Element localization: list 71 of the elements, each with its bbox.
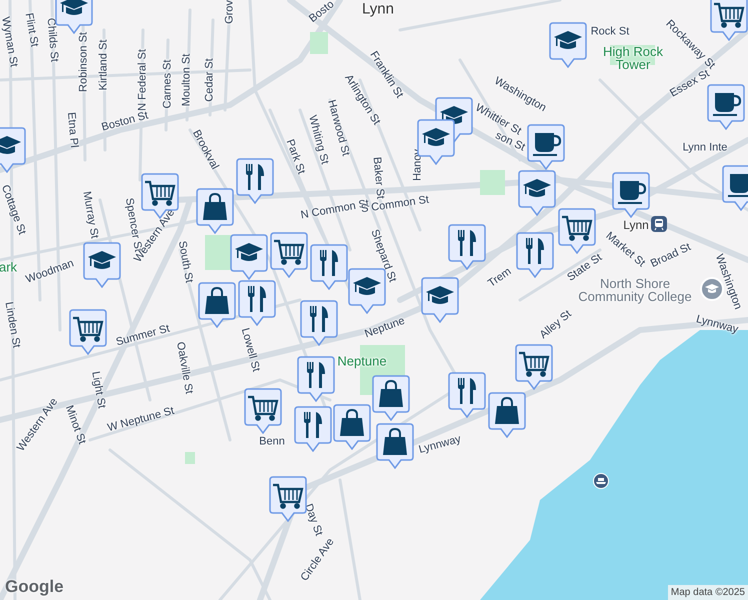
cart-marker-icon[interactable] [558, 208, 596, 254]
map-label: Kirtland St [98, 40, 110, 90]
map-label: Moulton St [182, 54, 192, 106]
map-label: Trem [486, 266, 514, 290]
bag-marker-icon[interactable] [488, 392, 526, 438]
bag-marker-icon[interactable] [333, 404, 371, 450]
map-label: Minot St [62, 404, 88, 446]
map-logo: Google [5, 577, 64, 597]
map-label: North Shore Community College [578, 277, 693, 303]
school-marker-icon[interactable] [518, 170, 556, 216]
map-label: Lynn [362, 2, 394, 16]
map-label: Day St [302, 502, 324, 538]
map-label: High Rock Tower [602, 45, 664, 71]
school-marker-icon[interactable] [421, 277, 459, 323]
cup-marker-icon[interactable] [527, 124, 565, 170]
bag-marker-icon[interactable] [196, 188, 234, 234]
map-label: Rock St [590, 26, 630, 38]
cart-marker-icon[interactable] [270, 232, 308, 278]
map-label: South St [176, 240, 194, 284]
cup-marker-icon[interactable] [612, 172, 650, 218]
map-label: Lowell St [238, 327, 262, 373]
cart-marker-icon[interactable] [244, 388, 282, 434]
map-label: Flint St [22, 12, 40, 48]
map-label: Light St [89, 370, 107, 410]
map-label: Benn [259, 436, 285, 448]
map-label: Childs St [44, 18, 60, 62]
map-label: W Neptune St [106, 406, 176, 434]
map-label: Cedar St [204, 58, 216, 102]
map-label: Oakville St [174, 341, 194, 395]
cart-marker-icon[interactable] [69, 309, 107, 355]
fork-knife-marker-icon[interactable] [516, 232, 554, 278]
fork-knife-marker-icon[interactable] [310, 244, 348, 290]
cart-marker-icon[interactable] [269, 476, 307, 522]
map-label: Baker St [370, 156, 386, 200]
map-label: Lynn Inte [682, 142, 728, 154]
bag-marker-icon[interactable] [376, 423, 414, 469]
map-label: N Federal St [138, 49, 148, 111]
fork-knife-marker-icon[interactable] [300, 300, 338, 346]
map-label: Lynnway [418, 434, 462, 456]
bag-marker-icon[interactable] [372, 375, 410, 421]
cart-marker-icon[interactable] [515, 344, 553, 390]
cup-marker-icon[interactable] [707, 84, 745, 130]
map-label: Murray St [80, 190, 100, 240]
school-marker-icon[interactable] [230, 234, 268, 280]
map-label: Etna Pl [64, 112, 80, 148]
map-attribution: Map data ©2025 [668, 585, 748, 600]
fork-knife-marker-icon[interactable] [238, 280, 276, 326]
fork-knife-marker-icon[interactable] [297, 356, 335, 402]
map-label: Wyman St [0, 16, 19, 68]
map-label: Summer St [115, 324, 171, 348]
map-label: Whiting St [306, 114, 330, 166]
fork-knife-marker-icon[interactable] [236, 158, 274, 204]
map-label: Grov [224, 0, 236, 24]
school-marker-icon[interactable] [549, 22, 587, 68]
map-label: Linden St [2, 301, 22, 349]
map-label: Robinson St [78, 32, 90, 92]
train-station-icon[interactable] [651, 216, 667, 232]
map-label: Boston St [100, 110, 150, 134]
school-marker-icon[interactable] [348, 268, 386, 314]
ferry-icon[interactable] [593, 473, 609, 489]
map-label: Carnes St [162, 60, 174, 108]
map-label: Neptune [336, 354, 388, 368]
fork-knife-marker-icon[interactable] [448, 224, 486, 270]
map-label: Park St [284, 138, 306, 176]
bag-marker-icon[interactable] [198, 282, 236, 328]
fork-knife-marker-icon[interactable] [448, 372, 486, 418]
map-label: Cottage St [0, 184, 28, 236]
cart-marker-icon[interactable] [710, 0, 748, 41]
fork-knife-marker-icon[interactable] [294, 406, 332, 452]
map-label: Lynn [623, 219, 649, 231]
school-marker-icon[interactable] [83, 242, 121, 288]
